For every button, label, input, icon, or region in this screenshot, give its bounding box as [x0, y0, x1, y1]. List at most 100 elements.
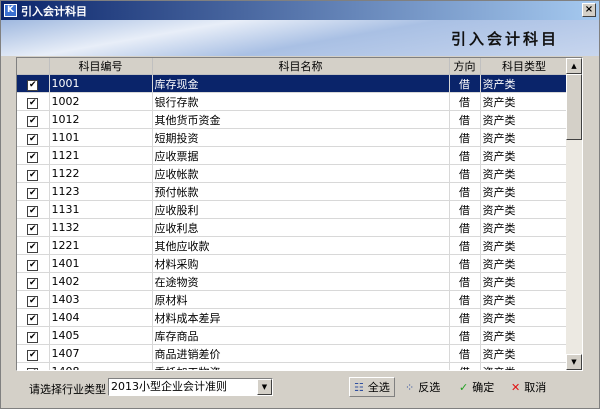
chevron-down-icon[interactable]: ▼: [257, 379, 272, 395]
select-all-button[interactable]: ☷ 全选: [349, 377, 395, 397]
row-checkbox[interactable]: ✔: [27, 241, 39, 253]
account-name: 原材料: [152, 290, 450, 309]
close-button[interactable]: ×: [582, 3, 596, 17]
row-checkbox-cell[interactable]: ✔: [17, 110, 50, 129]
banner: 引入会计科目: [1, 20, 599, 56]
row-checkbox[interactable]: ✔: [27, 187, 39, 199]
table-row[interactable]: ✔ 1402 在途物资 借 资产类: [17, 272, 569, 291]
row-checkbox-cell[interactable]: ✔: [17, 272, 50, 291]
row-checkbox-cell[interactable]: ✔: [17, 200, 50, 219]
row-checkbox[interactable]: ✔: [27, 259, 39, 271]
row-checkbox[interactable]: ✔: [27, 313, 39, 325]
row-checkbox-cell[interactable]: ✔: [17, 326, 50, 345]
row-checkbox-cell[interactable]: ✔: [17, 164, 50, 183]
industry-select[interactable]: 2013小型企业会计准则 ▼: [108, 378, 273, 396]
account-code: 1401: [49, 254, 153, 273]
select-all-icon: ☷: [354, 380, 364, 394]
scroll-down-button[interactable]: ▼: [566, 354, 582, 370]
table-row[interactable]: ✔ 1123 预付帐款 借 资产类: [17, 182, 569, 201]
column-header-type[interactable]: 科目类型: [480, 58, 569, 75]
row-checkbox-cell[interactable]: ✔: [17, 128, 50, 147]
row-checkbox-cell[interactable]: ✔: [17, 344, 50, 363]
table-row[interactable]: ✔ 1405 库存商品 借 资产类: [17, 326, 569, 345]
table-row[interactable]: ✔ 1404 材料成本差异 借 资产类: [17, 308, 569, 327]
window-title: 引入会计科目: [21, 4, 87, 18]
cancel-button[interactable]: ✕ 取消: [507, 377, 550, 397]
column-header-code[interactable]: 科目编号: [49, 58, 153, 75]
account-code: 1101: [49, 128, 153, 147]
account-type: 资产类: [480, 128, 569, 147]
table-row[interactable]: ✔ 1408 委托加工物资 借 资产类: [17, 362, 569, 370]
row-checkbox-cell[interactable]: ✔: [17, 182, 50, 201]
table-row[interactable]: ✔ 1403 原材料 借 资产类: [17, 290, 569, 309]
scroll-thumb[interactable]: [566, 74, 582, 140]
account-direction: 借: [449, 218, 481, 237]
table-row[interactable]: ✔ 1012 其他货币资金 借 资产类: [17, 110, 569, 129]
row-checkbox[interactable]: ✔: [27, 151, 39, 163]
account-direction: 借: [449, 200, 481, 219]
row-checkbox[interactable]: ✔: [27, 79, 39, 91]
account-type: 资产类: [480, 326, 569, 345]
table-row[interactable]: ✔ 1121 应收票据 借 资产类: [17, 146, 569, 165]
account-type: 资产类: [480, 200, 569, 219]
vertical-scrollbar[interactable]: ▲ ▼: [566, 58, 582, 370]
row-checkbox[interactable]: ✔: [27, 331, 39, 343]
row-checkbox-cell[interactable]: ✔: [17, 362, 50, 370]
table-row[interactable]: ✔ 1001 库存现金 借 资产类: [17, 74, 569, 93]
row-checkbox[interactable]: ✔: [27, 349, 39, 361]
account-type: 资产类: [480, 74, 569, 93]
row-checkbox[interactable]: ✔: [27, 169, 39, 181]
column-header-check[interactable]: [17, 58, 50, 75]
account-type: 资产类: [480, 254, 569, 273]
row-checkbox[interactable]: ✔: [27, 115, 39, 127]
account-type: 资产类: [480, 92, 569, 111]
account-name: 应收股利: [152, 200, 450, 219]
row-checkbox-cell[interactable]: ✔: [17, 218, 50, 237]
account-type: 资产类: [480, 164, 569, 183]
account-code: 1122: [49, 164, 153, 183]
row-checkbox[interactable]: ✔: [27, 367, 39, 370]
account-name: 库存现金: [152, 74, 450, 93]
row-checkbox[interactable]: ✔: [27, 133, 39, 145]
row-checkbox-cell[interactable]: ✔: [17, 74, 50, 93]
column-header-direction[interactable]: 方向: [449, 58, 481, 75]
table-row[interactable]: ✔ 1407 商品进销差价 借 资产类: [17, 344, 569, 363]
row-checkbox-cell[interactable]: ✔: [17, 308, 50, 327]
account-name: 其他货币资金: [152, 110, 450, 129]
table-row[interactable]: ✔ 1132 应收利息 借 资产类: [17, 218, 569, 237]
account-type: 资产类: [480, 182, 569, 201]
account-type: 资产类: [480, 362, 569, 370]
row-checkbox-cell[interactable]: ✔: [17, 92, 50, 111]
scroll-up-button[interactable]: ▲: [566, 58, 582, 74]
account-type: 资产类: [480, 146, 569, 165]
account-direction: 借: [449, 254, 481, 273]
account-code: 1221: [49, 236, 153, 255]
account-code: 1405: [49, 326, 153, 345]
row-checkbox-cell[interactable]: ✔: [17, 146, 50, 165]
account-name: 在途物资: [152, 272, 450, 291]
row-checkbox-cell[interactable]: ✔: [17, 290, 50, 309]
import-accounts-dialog: K 引入会计科目 × 引入会计科目 科目编号 科目名称 方向 科目类型 ✔ 10…: [0, 0, 600, 409]
row-checkbox-cell[interactable]: ✔: [17, 254, 50, 273]
account-direction: 借: [449, 344, 481, 363]
account-code: 1403: [49, 290, 153, 309]
account-name: 材料采购: [152, 254, 450, 273]
row-checkbox[interactable]: ✔: [27, 97, 39, 109]
row-checkbox-cell[interactable]: ✔: [17, 236, 50, 255]
ok-button[interactable]: ✓ 确定: [455, 377, 498, 397]
invert-selection-button[interactable]: ⁘ 反选: [401, 377, 444, 397]
table-row[interactable]: ✔ 1101 短期投资 借 资产类: [17, 128, 569, 147]
account-direction: 借: [449, 182, 481, 201]
table-row[interactable]: ✔ 1221 其他应收款 借 资产类: [17, 236, 569, 255]
row-checkbox[interactable]: ✔: [27, 205, 39, 217]
account-direction: 借: [449, 110, 481, 129]
row-checkbox[interactable]: ✔: [27, 223, 39, 235]
row-checkbox[interactable]: ✔: [27, 277, 39, 289]
table-row[interactable]: ✔ 1401 材料采购 借 资产类: [17, 254, 569, 273]
column-header-name[interactable]: 科目名称: [152, 58, 450, 75]
table-row[interactable]: ✔ 1002 银行存款 借 资产类: [17, 92, 569, 111]
table-row[interactable]: ✔ 1131 应收股利 借 资产类: [17, 200, 569, 219]
row-checkbox[interactable]: ✔: [27, 295, 39, 307]
table-row[interactable]: ✔ 1122 应收帐款 借 资产类: [17, 164, 569, 183]
account-type: 资产类: [480, 272, 569, 291]
